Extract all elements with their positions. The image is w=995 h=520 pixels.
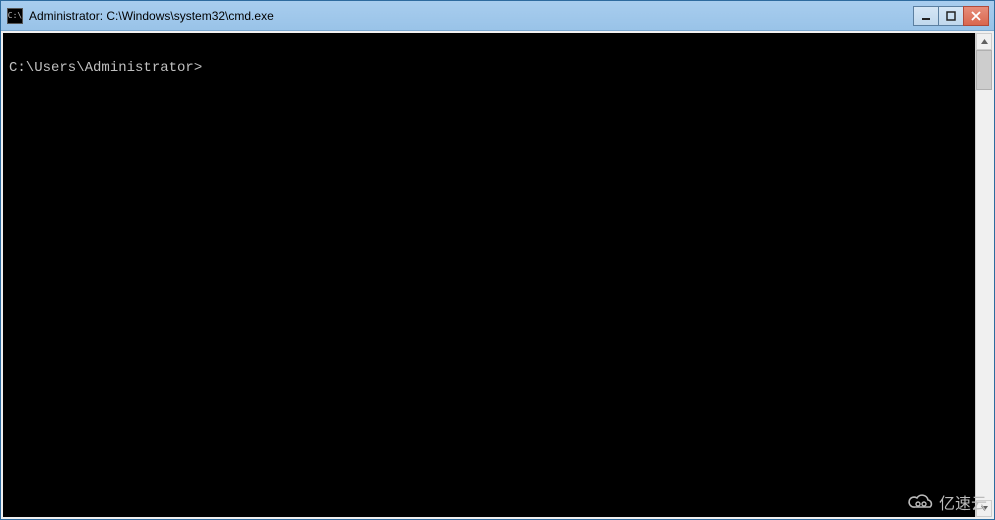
window-controls xyxy=(913,6,989,26)
scroll-thumb[interactable] xyxy=(976,50,992,90)
client-area: C:\Users\Administrator> xyxy=(1,31,994,519)
cmd-window: C:\ Administrator: C:\Windows\system32\c… xyxy=(0,0,995,520)
close-button[interactable] xyxy=(963,6,989,26)
minimize-button[interactable] xyxy=(913,6,939,26)
window-title: Administrator: C:\Windows\system32\cmd.e… xyxy=(29,9,913,23)
titlebar[interactable]: C:\ Administrator: C:\Windows\system32\c… xyxy=(1,1,994,31)
terminal-output[interactable]: C:\Users\Administrator> xyxy=(3,33,975,517)
cmd-icon: C:\ xyxy=(7,8,23,24)
prompt: C:\Users\Administrator> xyxy=(9,59,975,79)
vertical-scrollbar[interactable] xyxy=(975,33,992,517)
scroll-track[interactable] xyxy=(976,50,992,500)
scroll-down-button[interactable] xyxy=(976,500,992,517)
maximize-button[interactable] xyxy=(938,6,964,26)
scroll-up-button[interactable] xyxy=(976,33,992,50)
